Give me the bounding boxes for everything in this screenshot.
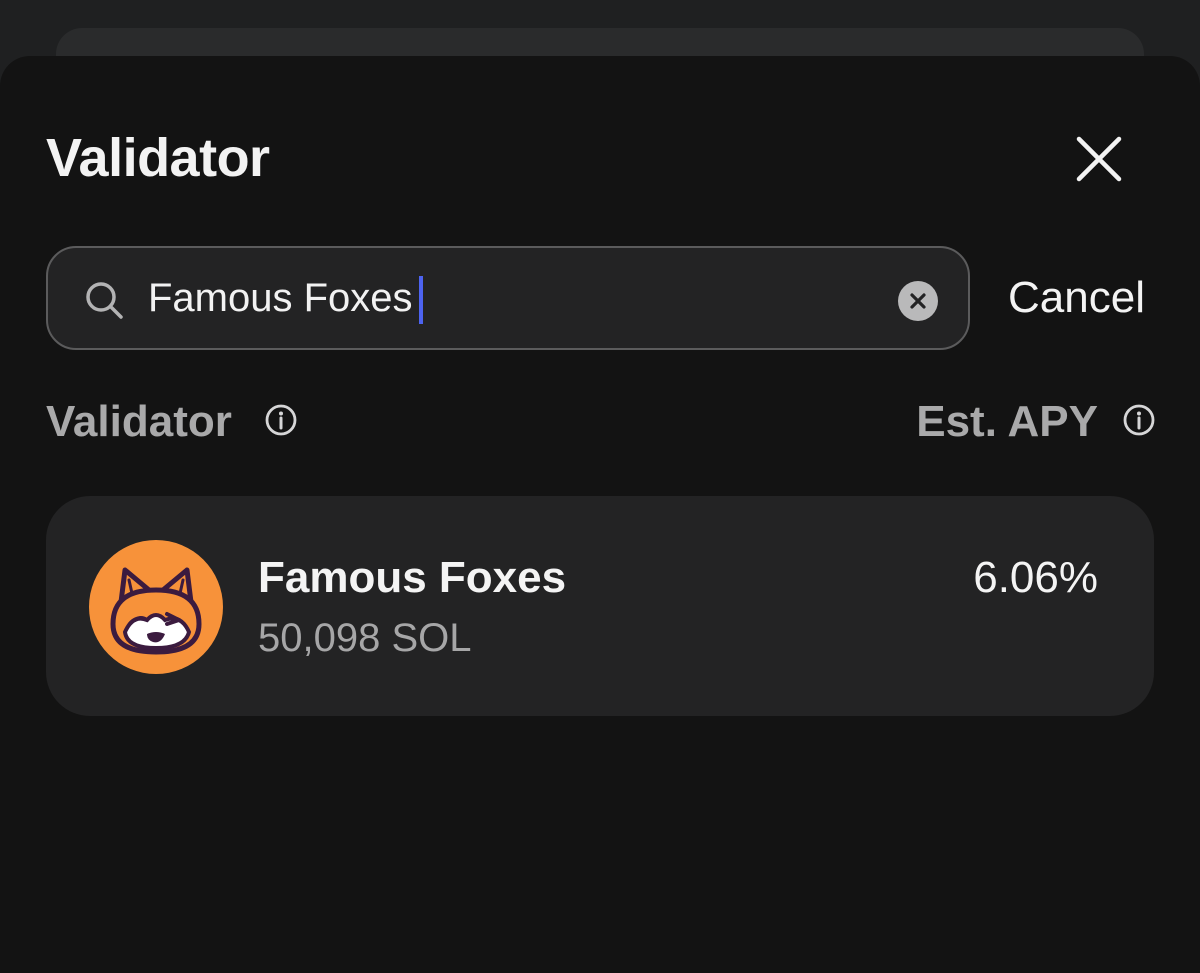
validator-name: Famous Foxes (258, 553, 567, 602)
apy-column-header: Est. APY (916, 397, 1098, 446)
clear-search-button[interactable] (898, 281, 938, 321)
validator-stake: 50,098 SOL (258, 616, 472, 660)
cancel-button[interactable]: Cancel (1008, 268, 1145, 328)
info-icon[interactable] (1122, 403, 1156, 437)
close-button[interactable] (1066, 126, 1132, 192)
validator-avatar (89, 540, 223, 674)
search-input[interactable] (148, 268, 868, 328)
validator-apy: 6.06% (973, 553, 1098, 602)
search-field[interactable] (46, 246, 970, 350)
info-icon[interactable] (264, 403, 298, 437)
validator-column-header: Validator (46, 397, 232, 446)
clear-icon (910, 293, 926, 309)
validator-sheet: Validator Cancel Validator Est. APY (0, 56, 1200, 973)
validator-list-item[interactable]: Famous Foxes 50,098 SOL 6.06% (46, 496, 1154, 716)
sheet-title: Validator (46, 128, 270, 188)
close-icon (1076, 136, 1122, 182)
fox-avatar-icon (110, 567, 202, 655)
text-caret (419, 276, 423, 324)
search-icon (86, 282, 123, 319)
